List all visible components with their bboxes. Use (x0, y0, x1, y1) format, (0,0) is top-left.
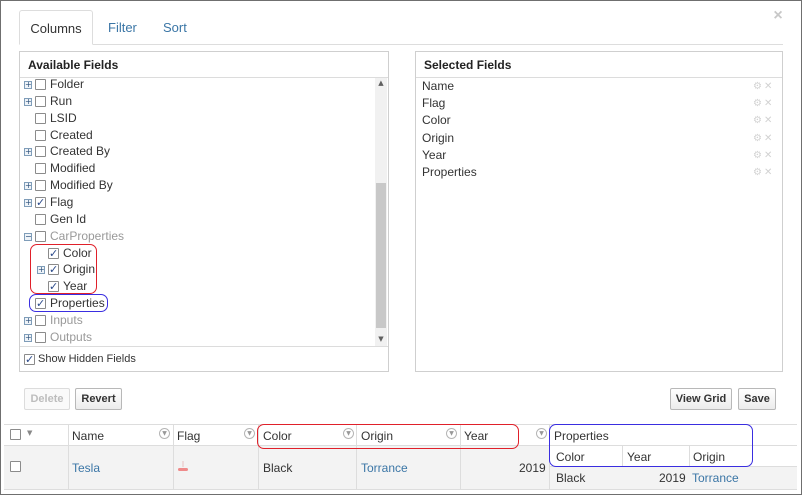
customize-grid-dialog: × Columns Filter Sort Available Fields +… (0, 0, 802, 495)
scroll-down-icon[interactable]: ▼ (375, 334, 387, 344)
cell-properties-origin-link[interactable]: Torrance (692, 471, 739, 485)
gear-icon[interactable]: ⚙ (753, 81, 762, 92)
field-checkbox[interactable] (35, 130, 46, 141)
view-grid-button[interactable]: View Grid (670, 388, 732, 410)
collapse-icon[interactable]: − (24, 233, 32, 241)
remove-icon[interactable]: ✕ (764, 81, 772, 92)
field-label: CarProperties (50, 229, 125, 243)
header-menu-icon[interactable]: ▼ (244, 428, 255, 439)
col-divider (68, 425, 69, 489)
field-label: LSID (50, 111, 77, 125)
field-label: Flag (50, 195, 74, 209)
delete-button[interactable]: Delete (24, 388, 70, 410)
field-label: Gen Id (50, 212, 87, 226)
save-button[interactable]: Save (738, 388, 776, 410)
select-all-checkbox[interactable] (10, 429, 21, 440)
tab-sort[interactable]: Sort (163, 10, 187, 45)
expand-icon[interactable]: + (24, 148, 32, 156)
selected-field-color[interactable]: Color (422, 112, 451, 129)
cell-properties-year: 2019 (659, 471, 686, 485)
field-label: Created By (50, 144, 111, 158)
selected-field-year[interactable]: Year (422, 147, 446, 164)
gear-icon[interactable]: ⚙ (753, 150, 762, 161)
expand-icon[interactable]: + (24, 199, 32, 207)
cell-color: Black (263, 461, 293, 475)
selected-field-origin[interactable]: Origin (422, 130, 454, 147)
selected-field-name[interactable]: Name (422, 78, 454, 95)
highlight-carproperties-children (30, 244, 97, 294)
field-label: Outputs (50, 330, 93, 344)
flag-icon[interactable] (177, 459, 189, 473)
select-menu-arrow-icon[interactable]: ▼ (27, 429, 32, 437)
field-checkbox[interactable] (35, 180, 46, 191)
remove-icon[interactable]: ✕ (764, 115, 772, 126)
remove-icon[interactable]: ✕ (764, 150, 772, 161)
selected-field-flag[interactable]: Flag (422, 95, 445, 112)
divider (20, 346, 388, 347)
expand-icon[interactable]: + (24, 81, 32, 89)
field-label: Folder (50, 77, 85, 91)
cell-name-link[interactable]: Tesla (72, 461, 100, 475)
scroll-up-icon[interactable]: ▲ (375, 78, 387, 88)
expand-icon[interactable]: + (24, 182, 32, 190)
scroll-thumb[interactable] (376, 183, 386, 328)
expand-icon[interactable]: + (24, 98, 32, 106)
tab-columns[interactable]: Columns (19, 10, 93, 45)
tab-bar: Columns Filter Sort (19, 10, 783, 45)
selected-field-actions: ⚙ ✕ (753, 112, 772, 129)
header-menu-icon[interactable]: ▼ (159, 428, 170, 439)
expand-icon[interactable]: + (24, 334, 32, 342)
field-checkbox[interactable] (35, 194, 46, 211)
highlight-properties-field (29, 294, 108, 312)
field-label: Created (50, 128, 93, 142)
gear-icon[interactable]: ⚙ (753, 167, 762, 178)
selected-field-actions: ⚙ ✕ (753, 95, 772, 112)
selected-field-properties[interactable]: Properties (422, 164, 477, 181)
selected-field-actions: ⚙ ✕ (753, 164, 772, 181)
field-checkbox[interactable] (35, 96, 46, 107)
selected-field-actions: ⚙ ✕ (753, 147, 772, 164)
gear-icon[interactable]: ⚙ (753, 133, 762, 144)
field-checkbox[interactable] (35, 332, 46, 343)
cell-origin-link[interactable]: Torrance (361, 461, 408, 475)
field-checkbox[interactable] (35, 146, 46, 157)
field-checkbox[interactable] (35, 315, 46, 326)
selected-fields-panel: Selected Fields (415, 51, 783, 372)
gear-icon[interactable]: ⚙ (753, 115, 762, 126)
field-checkbox[interactable] (35, 79, 46, 90)
remove-icon[interactable]: ✕ (764, 98, 772, 109)
header-name[interactable]: Name (72, 429, 104, 443)
show-hidden-checkbox[interactable] (24, 351, 35, 368)
field-label: Modified By (50, 178, 113, 192)
highlight-grid-columns (257, 424, 519, 449)
field-checkbox[interactable] (35, 231, 46, 242)
highlight-grid-properties (549, 424, 753, 467)
revert-button[interactable]: Revert (75, 388, 122, 410)
show-hidden-label: Show Hidden Fields (38, 353, 136, 365)
field-label: Inputs (50, 313, 83, 327)
field-checkbox[interactable] (35, 214, 46, 225)
grid-bottom-border (4, 489, 797, 490)
available-fields-title: Available Fields (20, 52, 388, 78)
header-flag[interactable]: Flag (177, 429, 200, 443)
selected-field-actions: ⚙ ✕ (753, 78, 772, 95)
header-menu-icon[interactable]: ▼ (536, 428, 547, 439)
gear-icon[interactable]: ⚙ (753, 98, 762, 109)
field-checkbox[interactable] (35, 113, 46, 124)
tab-filter[interactable]: Filter (108, 10, 137, 45)
col-divider (173, 425, 174, 489)
remove-icon[interactable]: ✕ (764, 167, 772, 178)
selected-fields-title: Selected Fields (416, 52, 782, 78)
field-checkbox[interactable] (35, 163, 46, 174)
field-label: Run (50, 94, 73, 108)
row-checkbox[interactable] (10, 461, 21, 472)
tree-scrollbar[interactable]: ▲ ▼ (375, 78, 387, 346)
selected-field-actions: ⚙ ✕ (753, 130, 772, 147)
expand-icon[interactable]: + (24, 317, 32, 325)
field-label: Modified (50, 161, 96, 175)
remove-icon[interactable]: ✕ (764, 133, 772, 144)
cell-year: 2019 (519, 461, 546, 475)
cell-properties-color: Black (556, 471, 586, 485)
